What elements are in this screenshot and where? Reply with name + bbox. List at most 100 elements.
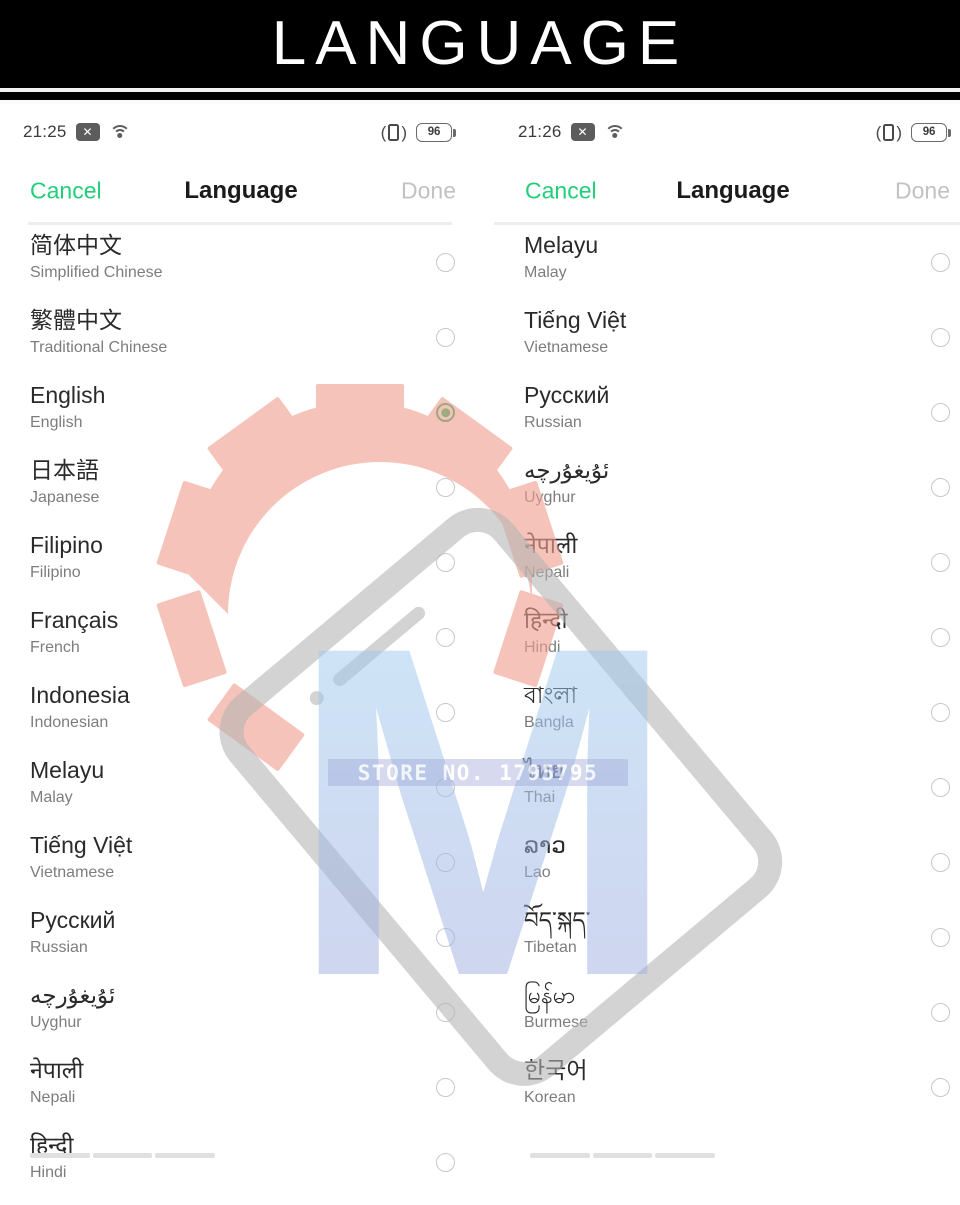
language-radio-button[interactable] (931, 478, 950, 497)
language-radio-button[interactable] (436, 403, 455, 422)
language-radio-button[interactable] (931, 853, 950, 872)
language-list: 简体中文 Simplified Chinese 繁體中文 Traditional Ch… (0, 225, 480, 1200)
language-radio-button[interactable] (436, 1003, 455, 1022)
language-row-text: Français French (30, 600, 118, 657)
banner-rule-mid (0, 92, 960, 100)
language-row[interactable]: Filipino Filipino (30, 525, 455, 600)
language-radio-button[interactable] (931, 1003, 950, 1022)
language-row[interactable]: 한국어 Korean (524, 1050, 950, 1125)
page-banner: LANGUAGE (0, 0, 960, 88)
home-indicator-seg (592, 1153, 653, 1158)
language-row-text: ئۇيغۇرچە Uyghur (524, 450, 609, 507)
language-row[interactable]: Melayu Malay (30, 750, 455, 825)
language-row[interactable]: Русский Russian (30, 900, 455, 975)
done-button[interactable]: Done (401, 178, 456, 205)
language-radio-button[interactable] (436, 1153, 455, 1172)
language-radio-button[interactable] (436, 853, 455, 872)
language-radio-button[interactable] (931, 553, 950, 572)
language-row-text: 日本語 Japanese (30, 450, 99, 507)
language-row[interactable]: Melayu Malay (524, 225, 950, 300)
language-row-text: Русский Russian (524, 375, 609, 432)
language-radio-button[interactable] (436, 478, 455, 497)
language-native-name: မြန်မာ (524, 982, 576, 1008)
language-native-name: 繁體中文 (30, 307, 122, 333)
language-row[interactable]: नेपाली Nepali (524, 525, 950, 600)
language-row[interactable]: नेपाली Nepali (30, 1050, 455, 1125)
language-row[interactable]: हिन्दी Hindi (524, 600, 950, 675)
language-row[interactable]: Tiếng Việt Vietnamese (524, 300, 950, 375)
language-radio-button[interactable] (931, 1078, 950, 1097)
language-english-name: Malay (30, 788, 73, 806)
language-row-text: ລາວ Lao (524, 825, 566, 882)
vibrate-icon: () (875, 122, 902, 142)
language-radio-button[interactable] (931, 928, 950, 947)
language-radio-button[interactable] (931, 253, 950, 272)
language-english-name: Uyghur (30, 1013, 82, 1031)
language-english-name: Traditional Chinese (30, 338, 168, 356)
language-row[interactable]: Tiếng Việt Vietnamese (30, 825, 455, 900)
cancel-button[interactable]: Cancel (525, 178, 597, 205)
language-radio-button[interactable] (931, 703, 950, 722)
language-native-name: Tiếng Việt (30, 832, 133, 858)
language-row[interactable]: ئۇيغۇرچە Uyghur (30, 975, 455, 1050)
language-native-name: Melayu (30, 757, 105, 783)
language-native-name: ئۇيغۇرچە (524, 457, 610, 483)
language-row[interactable]: বাংলা Bangla (524, 675, 950, 750)
language-radio-button[interactable] (931, 328, 950, 347)
language-radio-button[interactable] (436, 553, 455, 572)
language-radio-button[interactable] (436, 628, 455, 647)
language-row[interactable]: Français French (30, 600, 455, 675)
language-radio-button[interactable] (436, 778, 455, 797)
home-indicator-seg (655, 1153, 716, 1158)
language-radio-button[interactable] (436, 928, 455, 947)
language-english-name: Japanese (30, 488, 100, 506)
status-bar-left: 21:25 ✕ (23, 122, 131, 142)
language-english-name: Nepali (30, 1088, 76, 1106)
battery-level: 96 (922, 126, 936, 138)
status-time: 21:26 (518, 122, 562, 141)
home-indicator[interactable] (30, 1153, 216, 1158)
language-row[interactable]: ئۇيغۇرچە Uyghur (524, 450, 950, 525)
home-indicator-seg (92, 1153, 153, 1158)
done-button[interactable]: Done (895, 178, 950, 205)
language-radio-button[interactable] (436, 253, 455, 272)
language-row[interactable]: English English (30, 375, 455, 450)
language-row-text: Indonesia Indonesian (30, 675, 130, 732)
status-bar-left: 21:26 ✕ (518, 122, 626, 142)
nav-bar: Cancel Language Done (0, 160, 480, 222)
language-radio-button[interactable] (931, 403, 950, 422)
language-radio-button[interactable] (436, 328, 455, 347)
language-radio-button[interactable] (931, 628, 950, 647)
language-list: Melayu Malay Tiếng Việt Vietnamese Русский Ru… (480, 225, 960, 1125)
language-row-text: 繁體中文 Traditional Chinese (30, 300, 167, 357)
language-english-name: Malay (524, 263, 567, 281)
language-native-name: Tiếng Việt (524, 307, 627, 333)
language-row-text: Melayu Malay (524, 225, 598, 282)
language-radio-button[interactable] (436, 703, 455, 722)
language-row[interactable]: བོད་སྐད་ Tibetan (524, 900, 950, 975)
language-row-text: 한국어 Korean (524, 1050, 587, 1107)
language-english-name: Thai (524, 788, 556, 806)
language-native-name: ไทย (524, 757, 565, 783)
language-row-text: বাংলা Bangla (524, 675, 577, 732)
language-row[interactable]: ລາວ Lao (524, 825, 950, 900)
nav-bar: Cancel Language Done (480, 160, 960, 222)
language-native-name: Русский (30, 907, 116, 933)
language-radio-button[interactable] (436, 1078, 455, 1097)
language-row[interactable]: Indonesia Indonesian (30, 675, 455, 750)
language-row-text: Tiếng Việt Vietnamese (524, 300, 626, 357)
language-row[interactable]: 日本語 Japanese (30, 450, 455, 525)
language-row[interactable]: 繁體中文 Traditional Chinese (30, 300, 455, 375)
language-row[interactable]: हिन्दी Hindi (30, 1125, 455, 1200)
language-row[interactable]: 简体中文 Simplified Chinese (30, 225, 455, 300)
cancel-button[interactable]: Cancel (30, 178, 102, 205)
language-radio-button[interactable] (931, 778, 950, 797)
language-row[interactable]: မြန်မာ Burmese (524, 975, 950, 1050)
language-english-name: Vietnamese (524, 338, 609, 356)
language-row-text: English English (30, 375, 105, 432)
language-row[interactable]: Русский Russian (524, 375, 950, 450)
home-indicator[interactable] (530, 1153, 716, 1158)
wifi-icon (604, 124, 626, 141)
language-native-name: नेपाली (524, 532, 578, 558)
language-row[interactable]: ไทย Thai (524, 750, 950, 825)
